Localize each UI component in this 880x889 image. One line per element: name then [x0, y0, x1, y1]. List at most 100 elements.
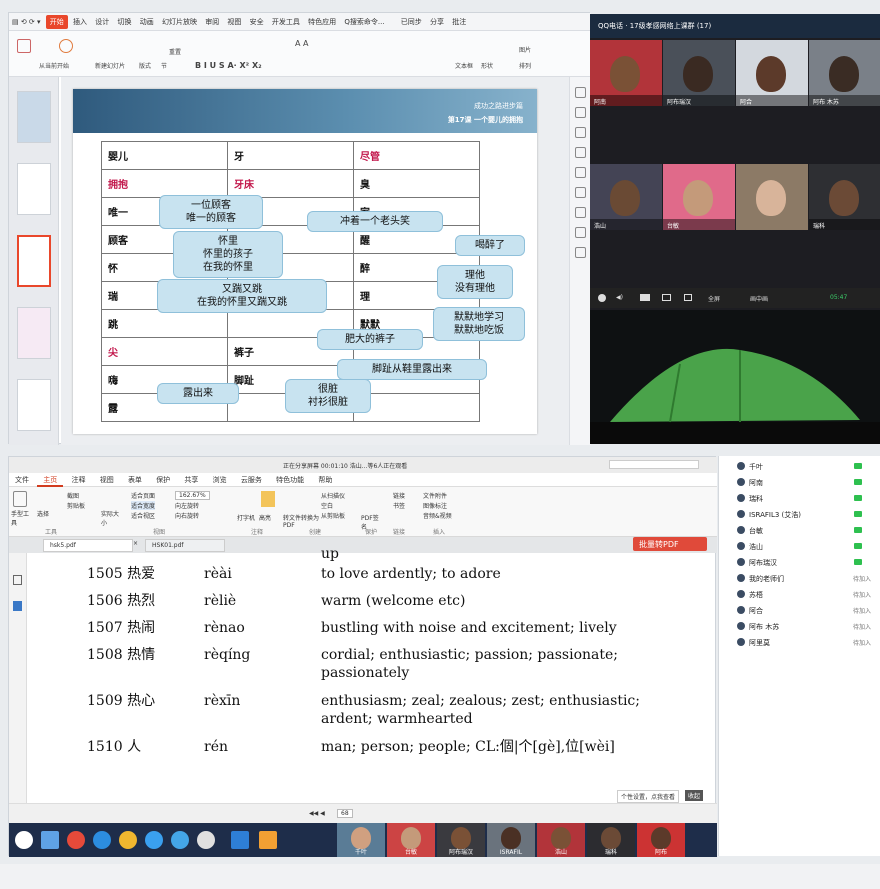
blank-page-button[interactable]: 空白	[321, 501, 333, 510]
file-attach-button[interactable]: 文件附件	[423, 491, 447, 500]
menu-annotate[interactable]: 注释	[65, 473, 91, 485]
menu-share[interactable]: 共享	[178, 473, 204, 485]
video-strip-tile[interactable]: 台敏	[387, 823, 435, 857]
video-strip-tile[interactable]: ISRAFIL	[487, 823, 535, 857]
bookmark-button[interactable]: 书签	[393, 501, 405, 510]
table-icon[interactable]	[575, 167, 586, 178]
member-item[interactable]: 瑞科	[729, 492, 877, 506]
doc-tab[interactable]: hsk5.pdf	[43, 539, 133, 552]
menu-protect[interactable]: 保护	[150, 473, 176, 485]
app-icon[interactable]	[145, 831, 163, 849]
member-item[interactable]: 阿合 待加入	[729, 604, 877, 618]
fullscreen-button[interactable]: 全屏	[708, 294, 720, 303]
video-tile[interactable]: 阿合	[736, 40, 808, 106]
ie-icon[interactable]	[93, 831, 111, 849]
rotate-left-button[interactable]: 向左旋转	[175, 501, 199, 510]
video-tile[interactable]: 浩山	[590, 164, 662, 230]
text-format-buttons[interactable]: B I U S A· X² X₂	[195, 61, 262, 70]
video-tile[interactable]: 阿布瑞汉	[663, 40, 735, 106]
fit-visible-button[interactable]: 适合视区	[131, 511, 155, 520]
share-icon[interactable]	[575, 207, 586, 218]
snapshot-button[interactable]: 截图	[67, 491, 79, 500]
page-nav[interactable]: ◀◀ ◀	[309, 810, 325, 817]
app-icon[interactable]	[197, 831, 215, 849]
menu-home[interactable]: 主页	[37, 473, 64, 487]
picture-button[interactable]: 图片	[519, 45, 531, 54]
chart-icon[interactable]	[575, 187, 586, 198]
tab-transition[interactable]: 切换	[114, 13, 134, 27]
settings-hint[interactable]: 个性设置，点我查看	[617, 790, 680, 803]
command-search[interactable]: Q搜索命令...	[341, 13, 387, 27]
invite-icon[interactable]	[684, 294, 692, 301]
app-icon[interactable]	[171, 831, 189, 849]
doc-tab[interactable]: HSK01.pdf	[145, 539, 225, 552]
shape-icon[interactable]	[575, 147, 586, 158]
tab-view[interactable]: 视图	[224, 13, 244, 27]
tab-insert[interactable]: 插入	[70, 13, 90, 27]
from-clipboard-button[interactable]: 从剪贴板	[321, 511, 345, 520]
close-icon[interactable]: ×	[133, 540, 138, 547]
video-tile[interactable]: 阿南	[590, 40, 662, 106]
rotate-right-button[interactable]: 向右旋转	[175, 511, 199, 520]
arrange-button[interactable]: 排列	[519, 61, 531, 70]
pdf-app-icon[interactable]	[259, 831, 277, 849]
style-icon[interactable]	[575, 107, 586, 118]
slide-thumbnail[interactable]	[17, 91, 51, 143]
member-item[interactable]: 台敏	[729, 524, 877, 538]
page-number-input[interactable]: 68	[337, 809, 353, 818]
tab-design[interactable]: 设计	[92, 13, 112, 27]
image-annot-button[interactable]: 图像标注	[423, 501, 447, 510]
animation-icon[interactable]	[575, 127, 586, 138]
video-strip-tile[interactable]: 阿布	[637, 823, 685, 857]
shape-button[interactable]: 形状	[481, 61, 493, 70]
slide-thumbnail-active[interactable]	[17, 235, 51, 287]
menu-view[interactable]: 视图	[94, 473, 120, 485]
zoom-select[interactable]: 162.67%	[175, 491, 210, 500]
member-item[interactable]: 阿布瑞汉	[729, 556, 877, 570]
clipboard-button[interactable]: 剪贴板	[67, 501, 85, 510]
menu-help[interactable]: 帮助	[312, 473, 338, 485]
member-item[interactable]: 浩山	[729, 540, 877, 554]
audio-video-button[interactable]: 音频&视频	[423, 511, 452, 520]
pip-button[interactable]: 画中画	[750, 294, 768, 303]
highlight-icon[interactable]	[261, 491, 275, 507]
layout-button[interactable]: 版式	[139, 61, 151, 70]
video-strip-tile[interactable]: 瑞科	[587, 823, 635, 857]
start-icon[interactable]	[15, 831, 33, 849]
slide-thumbnail[interactable]	[17, 163, 51, 215]
tab-slideshow[interactable]: 幻灯片放映	[159, 13, 200, 27]
member-item[interactable]: 我的老师们 待加入	[729, 572, 877, 586]
video-strip-tile[interactable]: 浩山	[537, 823, 585, 857]
mic-icon[interactable]	[598, 294, 606, 302]
actual-size-button[interactable]: 实际大小	[101, 509, 121, 527]
tab-review[interactable]: 审阅	[202, 13, 222, 27]
tab-home[interactable]: 开始	[45, 15, 68, 29]
from-scanner-button[interactable]: 从扫描仪	[321, 491, 345, 500]
page-icon[interactable]	[13, 575, 22, 585]
font-size-buttons[interactable]: A A	[295, 39, 309, 48]
menu-cloud[interactable]: 云服务	[235, 473, 268, 485]
help-icon[interactable]	[575, 247, 586, 258]
slide-thumbnail[interactable]	[17, 379, 51, 431]
menu-file[interactable]: 文件	[9, 473, 35, 485]
highlight-button[interactable]: 高亮	[259, 513, 271, 522]
typewriter-button[interactable]: 打字机	[237, 513, 255, 522]
camera-icon[interactable]	[640, 294, 650, 301]
browser-icon[interactable]	[67, 831, 85, 849]
bookmark-icon[interactable]	[13, 601, 22, 611]
video-tile[interactable]	[736, 164, 808, 230]
reset-button[interactable]: 重置	[169, 47, 181, 56]
tab-animation[interactable]: 动画	[137, 13, 157, 27]
menu-form[interactable]: 表单	[122, 473, 148, 485]
property-icon[interactable]	[575, 87, 586, 98]
member-item[interactable]: 阿布 木苏 待加入	[729, 620, 877, 634]
new-slide-button[interactable]: 新建幻灯片	[95, 61, 125, 70]
slide-thumbnail[interactable]	[17, 307, 51, 359]
member-item[interactable]: 阿里莫 待加入	[729, 636, 877, 650]
video-tile[interactable]: 阿布 木苏	[809, 40, 880, 106]
video-strip-tile[interactable]: 千叶	[337, 823, 385, 857]
sync-status[interactable]: 已同步	[398, 13, 425, 27]
hand-icon[interactable]	[13, 491, 27, 507]
settings-icon[interactable]	[575, 227, 586, 238]
collapse-button[interactable]: 收起	[685, 790, 704, 801]
